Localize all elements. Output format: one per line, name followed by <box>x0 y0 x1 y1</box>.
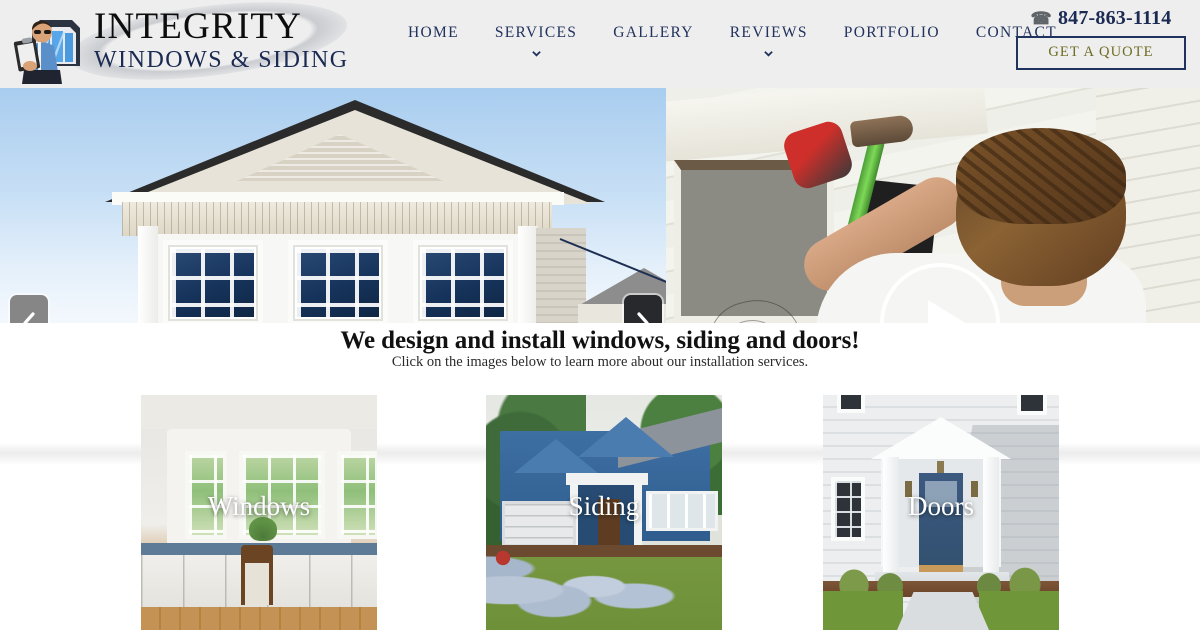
phone-number-text: 847-863-1114 <box>1057 7 1172 29</box>
play-triangle-icon <box>928 300 972 323</box>
nav-item-reviews[interactable]: REVIEWS <box>712 24 826 58</box>
main-navigation: HOME SERVICES GALLERY REVIEWS PORTFOLIO <box>390 24 1075 58</box>
hero-slider <box>0 88 1200 323</box>
nav-item-services[interactable]: SERVICES <box>477 24 595 58</box>
services-section: We design and install windows, siding an… <box>0 323 1200 630</box>
slider-prev-button[interactable] <box>10 295 48 323</box>
door-threshold <box>919 565 963 572</box>
page-root: INTEGRITY WINDOWS & SIDING HOME SERVICES… <box>0 0 1200 630</box>
service-card-label-windows: Windows <box>207 491 311 521</box>
page-subtitle: Click on the images below to learn more … <box>391 354 809 370</box>
soffit-beadboard-lines <box>122 202 552 236</box>
nav-item-home[interactable]: HOME <box>390 24 477 42</box>
header-contact-block: ☎ 847-863-1114 GET A QUOTE <box>1016 7 1186 70</box>
nav-item-gallery[interactable]: GALLERY <box>595 24 712 42</box>
hero-window-1 <box>163 240 263 323</box>
service-card-siding[interactable]: Siding <box>486 395 722 630</box>
nav-item-portfolio[interactable]: PORTFOLIO <box>826 24 958 42</box>
nav-label-services: SERVICES <box>494 24 578 41</box>
shrub-4 <box>975 571 1003 593</box>
chevron-left-icon <box>23 312 35 323</box>
hero-slide-house-image[interactable] <box>0 88 666 323</box>
portico-pediment <box>871 417 1011 459</box>
logo-subtitle: WINDOWS & SIDING <box>94 47 349 73</box>
telephone-icon: ☎ <box>1030 9 1052 28</box>
kitchen-ceiling <box>141 395 377 429</box>
house-gable-center <box>578 417 674 457</box>
site-logo[interactable]: INTEGRITY WINDOWS & SIDING <box>8 0 352 93</box>
nav-label-home: HOME <box>408 24 459 41</box>
contractor-with-clipboard-icon <box>13 20 80 84</box>
upper-window-left <box>837 395 865 413</box>
shrub-1 <box>837 567 871 593</box>
shrub-3 <box>1007 565 1043 593</box>
phone-number-link[interactable]: ☎ 847-863-1114 <box>1016 7 1186 30</box>
nav-label-portfolio: PORTFOLIO <box>843 24 940 41</box>
hero-window-3 <box>413 240 513 323</box>
kitchen-chair <box>241 545 273 605</box>
site-header: INTEGRITY WINDOWS & SIDING HOME SERVICES… <box>0 0 1200 93</box>
kitchen-wood-floor <box>141 607 377 630</box>
service-card-doors[interactable]: Doors <box>823 395 1059 630</box>
logo-text: INTEGRITY WINDOWS & SIDING <box>94 6 349 74</box>
hero-window-2 <box>288 240 388 323</box>
lawn-left <box>823 591 903 630</box>
slider-next-button[interactable] <box>624 295 662 323</box>
shrub-2 <box>875 571 905 593</box>
corner-trim-left <box>138 226 158 323</box>
get-a-quote-button[interactable]: GET A QUOTE <box>1016 36 1186 70</box>
chevron-right-icon <box>637 312 649 323</box>
red-flowers <box>488 549 518 567</box>
chevron-down-icon <box>531 49 541 58</box>
nav-label-reviews: REVIEWS <box>729 24 808 41</box>
service-card-label-doors: Doors <box>908 491 974 521</box>
service-card-windows[interactable]: Windows <box>141 395 377 630</box>
logo-title: INTEGRITY <box>94 6 303 47</box>
upper-window-right <box>1017 395 1047 415</box>
chevron-down-icon <box>764 49 774 58</box>
corner-trim-right <box>518 226 538 323</box>
page-title: We design and install windows, siding an… <box>340 327 860 354</box>
opening-marking-1 <box>702 290 810 323</box>
worker-hair <box>956 128 1126 224</box>
service-card-label-siding: Siding <box>568 491 640 521</box>
service-cards: Windows Siding Doors <box>0 395 1200 630</box>
lawn-right <box>979 591 1059 630</box>
nav-label-gallery: GALLERY <box>613 24 694 41</box>
